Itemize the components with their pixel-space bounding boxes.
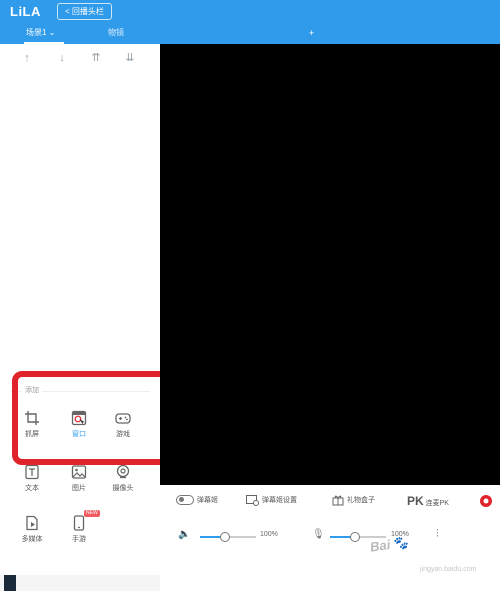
scene-tab-bar: 场景1 ⌄ 物镜 + <box>0 24 500 44</box>
danmu-settings-button[interactable]: 弹幕姬设置 <box>246 493 297 509</box>
title-bar: LiLA < 回播头栏 <box>0 0 500 24</box>
source-sort-toolbar: ↑ ↓ ⇈ ⇊ <box>0 50 160 66</box>
move-top-icon[interactable]: ⇈ <box>88 50 104 66</box>
gift-icon <box>332 495 344 506</box>
add-scene-icon[interactable]: + <box>309 28 314 38</box>
back-button[interactable]: < 回播头栏 <box>57 3 112 20</box>
source-panel: ↑ ↓ ⇈ ⇊ <box>0 44 160 591</box>
tab-material[interactable]: 物镜 <box>108 24 124 44</box>
text-source-button[interactable]: 文本 <box>14 464 50 508</box>
speaker-volume-value: 100% <box>260 531 278 538</box>
webcam-icon <box>116 464 130 479</box>
paw-icon: 🐾 <box>391 534 410 552</box>
toggle-icon <box>176 495 194 506</box>
preview-canvas <box>160 44 500 485</box>
mixer-icon[interactable]: ⫶ <box>436 528 439 541</box>
watermark-subtitle: jingyan.baidu.com <box>420 566 477 573</box>
pk-button[interactable]: PK 连麦PK <box>407 493 449 509</box>
text-icon <box>25 464 39 480</box>
multimedia-source-button[interactable]: 多媒体 <box>14 515 50 559</box>
move-bottom-icon[interactable]: ⇊ <box>122 50 138 66</box>
new-badge: NEW <box>84 510 100 517</box>
camera-source-button[interactable]: 摄像头 <box>105 464 141 508</box>
mic-slider-handle[interactable] <box>350 532 361 542</box>
image-source-button[interactable]: 图片 <box>61 464 97 508</box>
arrow-up-icon[interactable]: ↑ <box>19 50 35 66</box>
bottom-toolbar: 弹幕姬 弹幕姬设置 礼物盒子 PK 连麦PK <box>160 485 500 521</box>
tab-scene-1[interactable]: 场景1 ⌄ <box>24 24 70 44</box>
pk-icon: PK <box>407 494 424 508</box>
arrow-down-icon[interactable]: ↓ <box>54 50 70 66</box>
highlight-annotation <box>12 371 175 465</box>
flower-icon <box>480 495 492 507</box>
settings-icon <box>246 494 259 506</box>
danmu-toggle[interactable]: 弹幕姬 <box>176 493 218 509</box>
media-file-icon <box>26 515 38 531</box>
image-icon <box>71 465 87 479</box>
speaker-icon[interactable]: 🔈 <box>178 529 190 540</box>
speaker-slider-handle[interactable] <box>220 532 231 542</box>
gift-box-button[interactable]: 礼物盒子 <box>332 493 375 509</box>
app-logo: LiLA <box>10 4 41 19</box>
speaker-volume-slider[interactable] <box>200 532 256 542</box>
microphone-icon[interactable]: 🎙 <box>312 529 325 540</box>
phone-icon <box>73 515 85 531</box>
volume-controls: 🔈 100% 🎙 100% ⫶ <box>160 521 500 553</box>
taskbar-strip <box>0 575 160 591</box>
mobile-game-source-button[interactable]: 手游 NEW <box>61 510 100 559</box>
more-tools-icon[interactable] <box>478 493 494 509</box>
